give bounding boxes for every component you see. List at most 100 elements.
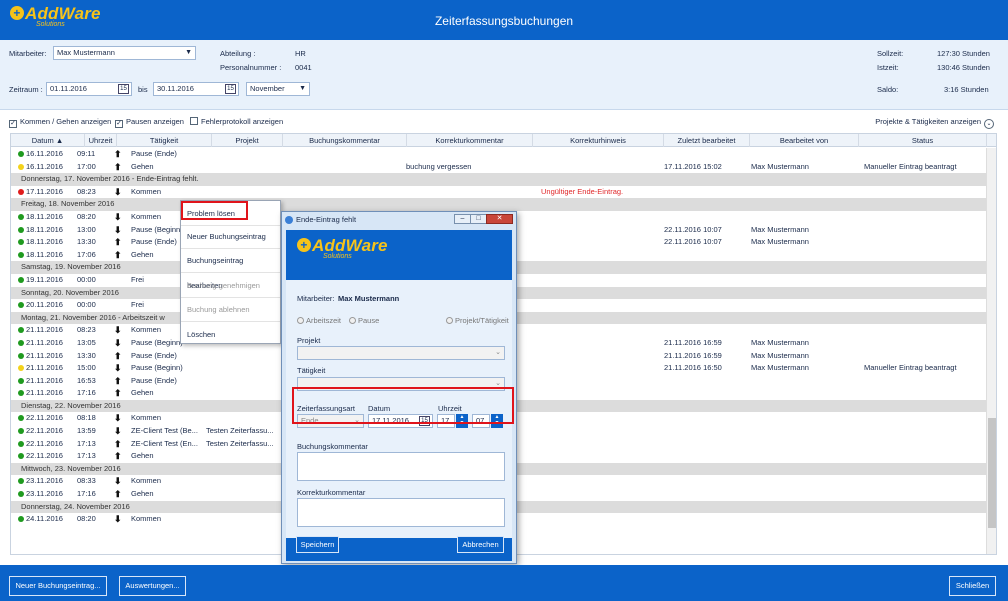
col-status[interactable]: Status — [859, 134, 987, 147]
arrow-down-icon: ⬇ — [114, 337, 122, 348]
scrollbar-thumb[interactable] — [988, 418, 996, 528]
cell-act: Gehen — [131, 489, 154, 499]
cell-edited: 21.11.2016 16:59 — [664, 350, 722, 360]
cell-time: 13:00 — [77, 224, 96, 234]
arrow-down-icon: ⬇ — [114, 325, 122, 336]
menu-neuer-buchungseintrag[interactable]: Neuer Buchungseintrag — [181, 224, 280, 249]
cell-by: Max Mustermann — [751, 161, 809, 171]
dialog-footer: Speichern Abbrechen — [286, 536, 512, 561]
cell-proj: Testen Zeiterfassu... — [206, 426, 274, 436]
saldo-value: 3:16 Stunden — [944, 85, 989, 94]
sollzeit-value: 127:30 Stunden — [937, 49, 990, 58]
col-projekt[interactable]: Projekt — [212, 134, 283, 147]
status-dot-icon — [18, 365, 24, 372]
arrow-up-icon: ⬆ — [114, 438, 122, 449]
abteilung-label: Abteilung : — [220, 49, 256, 58]
arrow-down-icon: ⬇ — [114, 224, 122, 235]
reports-button[interactable]: Auswertungen... — [119, 576, 186, 596]
menu-buchungseintrag-bearbeiten[interactable]: Buchungseintrag bearbeiten — [181, 248, 280, 290]
cell-date: 20.11.2016 — [26, 300, 63, 310]
app-icon — [285, 216, 293, 224]
cell-act: Pause (Ende) — [131, 149, 177, 158]
arrow-up-icon: ⬆ — [114, 161, 122, 172]
plus-icon: + — [297, 238, 311, 252]
chevron-down-icon: ▼ — [299, 85, 306, 92]
cell-time: 09:11 — [77, 149, 96, 158]
col-uhrzeit[interactable]: Uhrzeit — [85, 134, 117, 147]
col-bearbeitet-von[interactable]: Bearbeitet von — [750, 134, 859, 147]
cell-time: 17:16 — [77, 489, 96, 499]
mitarbeiter-select-value: Max Mustermann — [57, 48, 115, 57]
table-row[interactable]: ⬇ 17.11.2016 08:23 Kommen Ungültiger Ende-Ei… — [11, 186, 986, 199]
table-row[interactable]: ⬆ 16.11.2016 09:11 Pause (Ende) — [11, 148, 986, 161]
col-taetigkeit[interactable]: Tätigkeit — [117, 134, 212, 147]
radio-projekt-taetigkeit: Projekt/Tätigkeit — [446, 316, 509, 325]
bis-label: bis — [138, 85, 148, 94]
dialog-title: Ende-Eintrag fehlt — [296, 215, 357, 224]
arrow-down-icon: ⬇ — [114, 426, 122, 437]
month-select[interactable]: November ▼ — [246, 82, 310, 96]
cell-time: 17:16 — [77, 388, 96, 398]
abteilung-value: HR — [295, 49, 306, 58]
dialog-titlebar[interactable]: Ende-Eintrag fehlt – □ ✕ — [282, 212, 516, 228]
menu-buchung-genehmigen: Buchung genehmigen — [181, 273, 280, 298]
kommen-gehen-checkbox[interactable]: ✓ Kommen / Gehen anzeigen — [9, 117, 111, 128]
cell-date: 16.11.2016 — [26, 161, 63, 171]
from-date-input[interactable]: 01.11.2016 15 — [46, 82, 132, 96]
cell-time: 08:23 — [77, 186, 96, 196]
group-label: Montag, 21. November 2016 - Arbeitszeit … — [21, 312, 165, 322]
col-buchungskommentar[interactable]: Buchungskommentar — [283, 134, 407, 147]
pausen-checkbox[interactable]: ✓ Pausen anzeigen — [115, 117, 184, 128]
chevron-down-icon: ⌄ — [495, 349, 501, 356]
sort-up-icon: ▲ — [55, 136, 64, 145]
new-entry-button[interactable]: Neuer Buchungseintrag... — [9, 576, 107, 596]
vertical-scrollbar[interactable] — [986, 148, 996, 554]
calendar-icon[interactable]: 15 — [118, 84, 129, 94]
cell-act: Pause (Beginn) — [131, 363, 183, 373]
close-app-button[interactable]: Schließen — [949, 576, 996, 596]
to-date-input[interactable]: 30.11.2016 15 — [153, 82, 239, 96]
filter-panel: Mitarbeiter: Max Mustermann ▼ Abteilung :… — [0, 40, 1008, 110]
col-korrekturkommentar[interactable]: Korrekturkommentar — [407, 134, 533, 147]
mitarbeiter-select[interactable]: Max Mustermann ▼ — [53, 46, 196, 60]
checkmark-icon: ✓ — [9, 120, 17, 128]
maximize-button[interactable]: □ — [470, 214, 487, 224]
status-dot-icon — [18, 213, 24, 220]
save-button[interactable]: Speichern — [296, 536, 339, 553]
from-date-value: 01.11.2016 — [50, 84, 87, 93]
radio-projekt-label: Projekt/Tätigkeit — [455, 316, 509, 325]
col-datum[interactable]: Datum ▲ — [11, 134, 85, 147]
status-dot-icon — [18, 302, 24, 309]
fehlerprotokoll-checkbox[interactable]: Fehlerprotokoll anzeigen — [190, 117, 283, 126]
korrekturkommentar-textarea[interactable] — [297, 498, 505, 527]
group-header[interactable]: Donnerstag, 17. November 2016 - Ende-Ein… — [11, 173, 986, 186]
cell-date: 22.11.2016 — [26, 426, 63, 436]
table-row[interactable]: ⬆ 16.11.2016 17:00 Gehen buchung vergessen 17… — [11, 161, 986, 174]
close-button[interactable]: ✕ — [486, 214, 513, 224]
cell-act: Pause (Ende) — [131, 375, 177, 385]
col-zuletzt-bearbeitet[interactable]: Zuletzt bearbeitet — [664, 134, 750, 147]
group-header[interactable]: Freitag, 18. November 2016 — [11, 198, 986, 211]
projekte-toggle[interactable]: Projekte & Tätigkeiten anzeigen ⌄ — [875, 117, 994, 129]
calendar-icon[interactable]: 15 — [225, 84, 236, 94]
cell-by: Max Mustermann — [751, 237, 809, 247]
status-dot-icon — [18, 377, 24, 384]
cell-act: Gehen — [131, 451, 154, 461]
cell-date: 24.11.2016 — [26, 514, 63, 524]
app-header: + AddWare Solutions Zeiterfassungsbuchung… — [0, 0, 1008, 40]
buchungskommentar-textarea[interactable] — [297, 452, 505, 481]
col-korrekturhinweis[interactable]: Korrekturhinweis — [533, 134, 664, 147]
radio-circle-icon — [349, 317, 356, 324]
cancel-button[interactable]: Abbrechen — [457, 536, 504, 553]
projekt-select: ⌄ — [297, 346, 505, 360]
cell-time: 08:23 — [77, 325, 96, 335]
minimize-button[interactable]: – — [454, 214, 471, 224]
radio-pause-label: Pause — [358, 316, 380, 325]
cell-act: Pause (Ende) — [131, 350, 177, 360]
menu-loeschen[interactable]: Löschen — [181, 322, 280, 347]
cell-time: 17:13 — [77, 438, 96, 448]
cell-date: 21.11.2016 — [26, 337, 63, 347]
cell-act: Gehen — [131, 161, 154, 171]
group-label: Sonntag, 20. November 2016 — [21, 287, 119, 297]
cell-date: 21.11.2016 — [26, 350, 63, 360]
